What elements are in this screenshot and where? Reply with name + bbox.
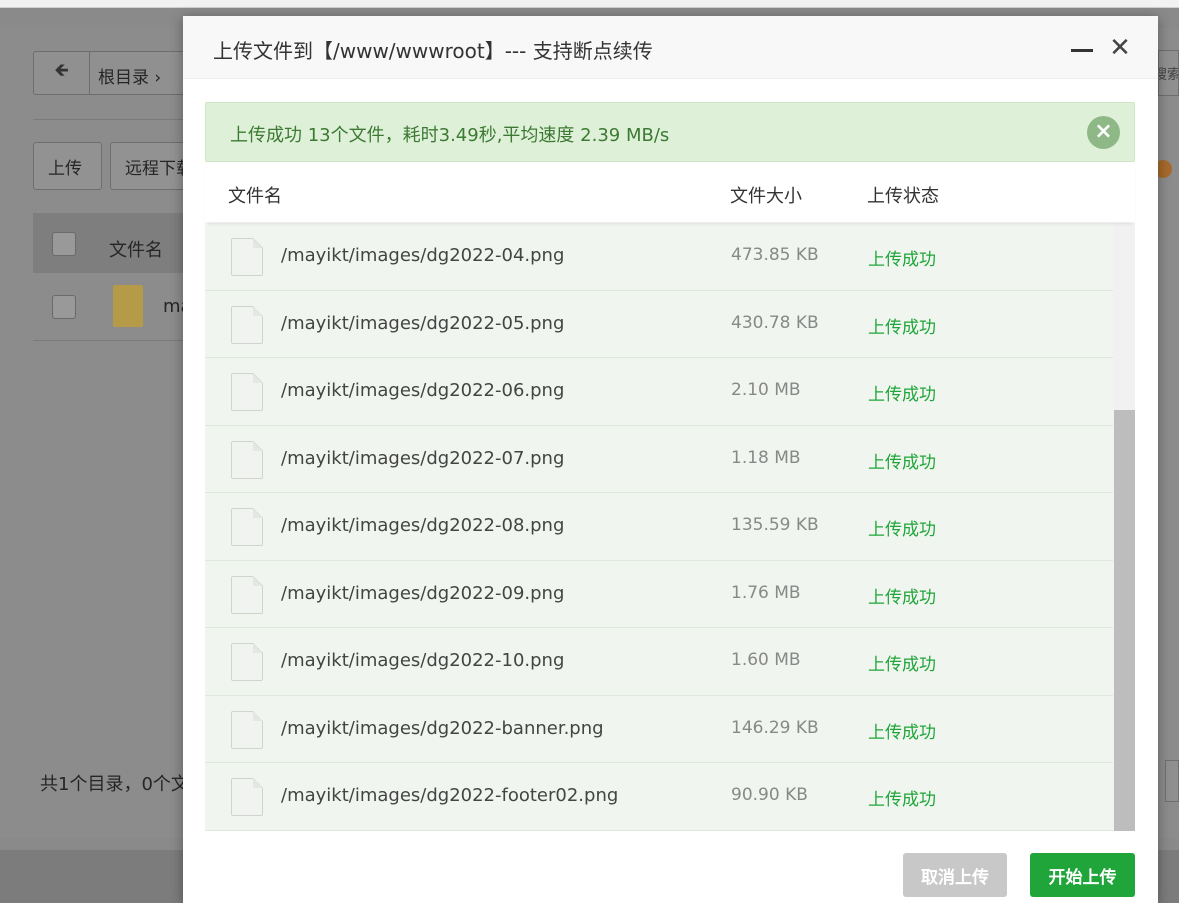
file-size: 2.10 MB xyxy=(731,380,801,400)
upload-table-header: 文件名 文件大小 上传状态 xyxy=(205,162,1135,222)
column-name: 文件名 xyxy=(228,186,282,207)
cancel-upload-button[interactable]: 取消上传 xyxy=(903,853,1007,897)
file-name: /mayikt/images/dg2022-06.png xyxy=(281,380,565,401)
minimize-icon[interactable] xyxy=(1071,38,1093,60)
file-name: /mayikt/images/dg2022-04.png xyxy=(281,245,565,266)
table-row: /mayikt/images/dg2022-footer02.png 90.90… xyxy=(205,763,1113,831)
pagination-box[interactable] xyxy=(1165,760,1179,802)
upload-status: 上传成功 xyxy=(868,250,936,270)
dismiss-alert-icon[interactable]: × xyxy=(1087,116,1120,149)
column-filename: 文件名 xyxy=(109,240,163,261)
file-icon xyxy=(231,575,263,614)
table-row: /mayikt/images/dg2022-07.png 1.18 MB 上传成… xyxy=(205,425,1113,493)
upload-success-alert: 上传成功 13个文件，耗时3.49秒,平均速度 2.39 MB/s × xyxy=(205,102,1135,162)
column-size: 文件大小 xyxy=(730,186,802,207)
file-size: 1.76 MB xyxy=(731,582,801,603)
file-name: /mayikt/images/dg2022-09.png xyxy=(281,582,565,604)
dialog-title: 上传文件到【/www/wwwroot】--- 支持断点续传 xyxy=(213,39,653,63)
upload-status: 上传成功 xyxy=(868,317,936,338)
file-name: /mayikt/images/dg2022-08.png xyxy=(281,515,565,536)
upload-status: 上传成功 xyxy=(868,452,936,473)
upload-status: 上传成功 xyxy=(868,655,936,675)
table-row: /mayikt/images/dg2022-10.png 1.60 MB 上传成… xyxy=(205,628,1113,696)
footer-summary: 共1个目录，0个文 xyxy=(40,774,189,795)
file-size: 135.59 KB xyxy=(731,515,819,535)
upload-status: 上传成功 xyxy=(868,520,936,540)
row-checkbox[interactable] xyxy=(52,295,76,319)
file-icon xyxy=(231,643,263,681)
table-row: /mayikt/images/dg2022-banner.png 146.29 … xyxy=(205,695,1113,763)
scrollbar-thumb[interactable] xyxy=(1114,410,1135,831)
column-status: 上传状态 xyxy=(867,186,939,207)
upload-file-list: /mayikt/images/dg2022-04.png 473.85 KB 上… xyxy=(205,223,1135,831)
search-box[interactable]: 搜索 xyxy=(1158,50,1179,96)
file-icon xyxy=(231,508,263,546)
table-row: /mayikt/images/dg2022-08.png 135.59 KB 上… xyxy=(205,493,1113,561)
file-name: /mayikt/images/dg2022-10.png xyxy=(281,650,565,671)
breadcrumb-root[interactable]: 根目录 › xyxy=(98,63,161,88)
upload-status: 上传成功 xyxy=(868,722,936,743)
file-name: /mayikt/images/dg2022-banner.png xyxy=(281,717,604,739)
table-row: /mayikt/images/dg2022-09.png 1.76 MB 上传成… xyxy=(205,560,1113,628)
file-name: /mayikt/images/dg2022-07.png xyxy=(281,447,565,469)
file-icon xyxy=(231,778,263,816)
alert-message: 上传成功 13个文件，耗时3.49秒,平均速度 2.39 MB/s xyxy=(230,125,670,146)
folder-icon xyxy=(113,285,143,327)
file-icon xyxy=(231,373,263,411)
row-divider xyxy=(33,340,193,341)
upload-dialog: 上传文件到【/www/wwwroot】--- 支持断点续传 ✕ 上传成功 13个… xyxy=(183,16,1158,903)
file-size: 146.29 KB xyxy=(731,717,819,738)
file-icon xyxy=(231,305,263,344)
file-size: 1.60 MB xyxy=(731,650,801,670)
close-icon[interactable]: ✕ xyxy=(1108,34,1132,62)
start-upload-button[interactable]: 开始上传 xyxy=(1030,853,1135,897)
file-icon xyxy=(231,710,263,749)
dialog-header: 上传文件到【/www/wwwroot】--- 支持断点续传 ✕ xyxy=(183,16,1158,79)
file-size: 90.90 KB xyxy=(731,785,808,805)
upload-status: 上传成功 xyxy=(868,790,936,810)
select-all-checkbox[interactable] xyxy=(52,232,76,256)
upload-status: 上传成功 xyxy=(868,587,936,608)
table-row: /mayikt/images/dg2022-04.png 473.85 KB 上… xyxy=(205,223,1113,291)
search-placeholder: 搜索 xyxy=(1159,64,1178,84)
file-size: 1.18 MB xyxy=(731,447,801,468)
file-table-header: 文件名 xyxy=(33,213,193,273)
table-row: /mayikt/images/dg2022-06.png 2.10 MB 上传成… xyxy=(205,358,1113,426)
file-icon xyxy=(231,238,263,276)
upload-status: 上传成功 xyxy=(868,385,936,405)
file-name: /mayikt/images/dg2022-footer02.png xyxy=(281,785,619,806)
divider xyxy=(33,119,183,120)
back-arrow-icon[interactable]: 🡸 xyxy=(34,52,90,94)
file-name: /mayikt/images/dg2022-05.png xyxy=(281,312,565,334)
browser-top-strip xyxy=(0,0,1179,8)
file-size: 430.78 KB xyxy=(731,312,819,333)
file-size: 473.85 KB xyxy=(731,245,819,265)
table-row: /mayikt/images/dg2022-05.png 430.78 KB 上… xyxy=(205,290,1113,358)
upload-button[interactable]: 上传 xyxy=(33,142,102,190)
file-icon xyxy=(231,440,263,479)
